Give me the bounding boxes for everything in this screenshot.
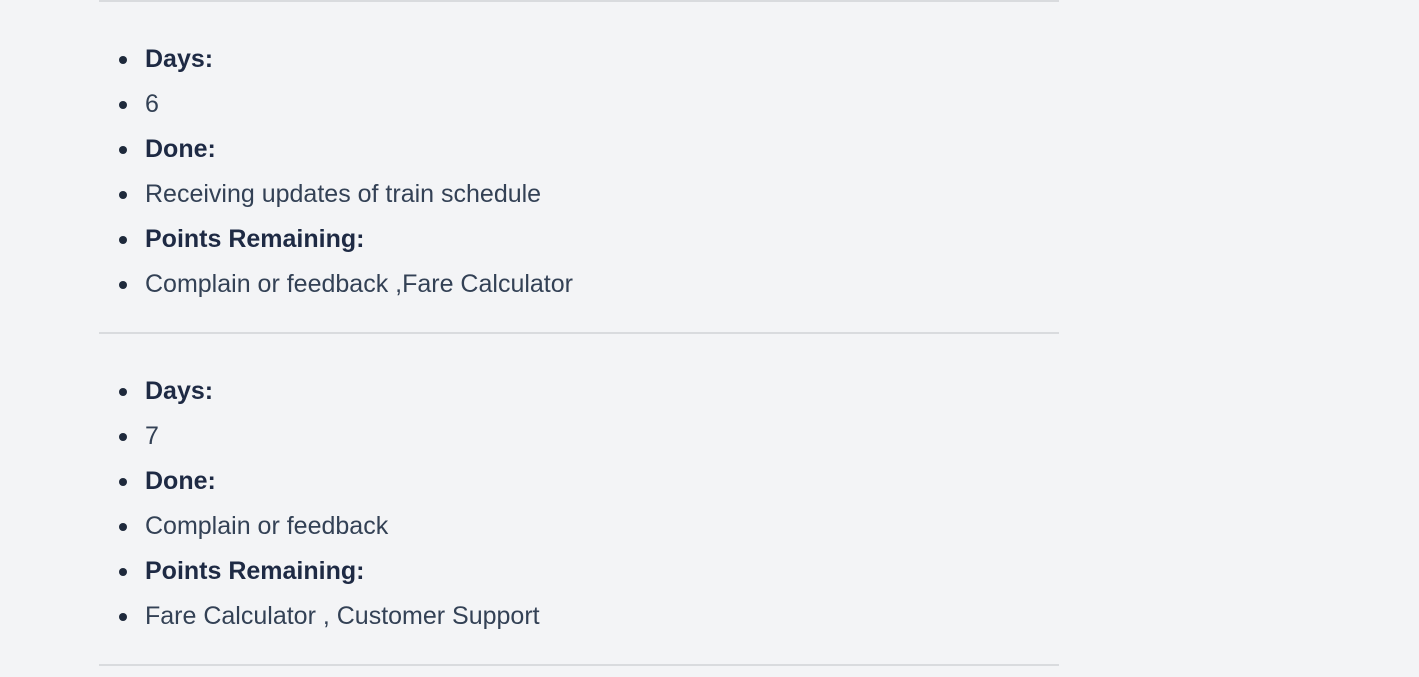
- done-value: Receiving updates of train schedule: [99, 172, 1059, 217]
- days-label: Days:: [99, 369, 1059, 414]
- divider-bottom: [99, 664, 1059, 666]
- done-label: Done:: [99, 127, 1059, 172]
- progress-entry: Days: 6 Done: Receiving updates of train…: [99, 2, 1059, 332]
- points-remaining-value: Complain or feedback ,Fare Calculator: [99, 262, 1059, 307]
- done-value: Complain or feedback: [99, 504, 1059, 549]
- days-label: Days:: [99, 37, 1059, 82]
- points-remaining-label: Points Remaining:: [99, 217, 1059, 262]
- done-label: Done:: [99, 459, 1059, 504]
- days-value: 6: [99, 82, 1059, 127]
- days-value: 7: [99, 414, 1059, 459]
- points-remaining-value: Fare Calculator , Customer Support: [99, 594, 1059, 639]
- progress-entry: Days: 7 Done: Complain or feedback Point…: [99, 334, 1059, 664]
- progress-log: Days: 6 Done: Receiving updates of train…: [99, 0, 1059, 666]
- entry-list: Days: 6 Done: Receiving updates of train…: [99, 37, 1059, 307]
- points-remaining-label: Points Remaining:: [99, 549, 1059, 594]
- entry-list: Days: 7 Done: Complain or feedback Point…: [99, 369, 1059, 639]
